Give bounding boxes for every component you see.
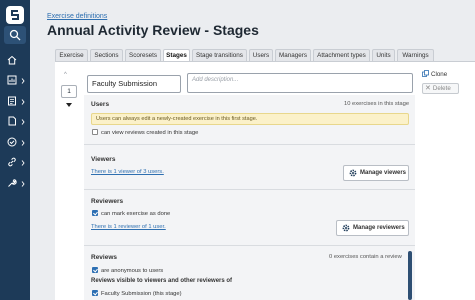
stage-order-input[interactable]: 1 [61, 85, 77, 98]
manage-viewers-button[interactable]: Manage viewers [343, 165, 409, 181]
sidebar-item-home[interactable] [0, 52, 30, 70]
document-icon [8, 116, 16, 126]
reviews-anonymous-checkbox[interactable] [92, 267, 98, 273]
stage-name-input[interactable]: Faculty Submission [87, 75, 181, 93]
manage-reviewers-button[interactable]: Manage reviewers [336, 220, 409, 236]
reviewers-link[interactable]: There is 1 reviewer of 1 user. [91, 224, 166, 230]
breadcrumb[interactable]: Exercise definitions [47, 13, 107, 20]
reviewers-heading: Reviewers [91, 198, 124, 205]
divider [84, 189, 415, 190]
users-notice: Users can always edit a newly-created ex… [91, 113, 409, 125]
reviews-heading: Reviews [91, 254, 118, 261]
sidebar-item-checks[interactable] [0, 134, 30, 152]
wrench-icon [8, 179, 17, 187]
scrollbar[interactable] [408, 251, 412, 300]
delete-button[interactable]: ✕ Delete [422, 83, 459, 94]
reviews-count: 0 exercises contain a review [329, 254, 402, 260]
sidebar-item-tools[interactable] [0, 175, 30, 193]
users-count: 10 exercises in this stage [344, 101, 410, 107]
move-up-icon[interactable]: ^ [64, 72, 67, 78]
chevron-right-icon [21, 119, 25, 125]
stage-description-input[interactable]: Add description... [187, 73, 413, 93]
manage-reviewers-label: Manage reviewers [353, 225, 405, 231]
users-heading: Users [91, 101, 110, 108]
chevron-right-icon [21, 140, 25, 146]
sidebar-item-reports[interactable] [0, 93, 30, 111]
reviewers-mark-done-checkbox[interactable] [92, 210, 98, 216]
chevron-right-icon [21, 99, 25, 105]
clone-label: Clone [431, 71, 448, 78]
gear-icon [342, 224, 350, 232]
logo-icon[interactable] [6, 6, 24, 24]
chevron-right-icon [21, 181, 25, 187]
delete-label: Delete [432, 85, 451, 92]
sidebar-item-charts[interactable] [0, 72, 30, 90]
viewers-link[interactable]: There is 1 viewer of 3 users. [91, 169, 164, 175]
reviews-stage-option-checkbox[interactable] [92, 290, 98, 296]
sidebar-item-documents[interactable] [0, 113, 30, 131]
reviewers-mark-done-row[interactable]: can mark exercise as done [92, 210, 170, 217]
gear-icon [349, 169, 357, 177]
copy-icon [422, 70, 429, 77]
page-title: Annual Activity Review - Stages [47, 22, 259, 38]
move-down-icon[interactable] [66, 103, 72, 107]
users-can-view-reviews-row[interactable]: can view reviews created in this stage [92, 129, 198, 136]
reviews-anonymous-label: are anonymous to users [101, 268, 164, 274]
reviews-visibility-heading: Reviews visible to viewers and other rev… [91, 278, 233, 284]
reviews-anonymous-row[interactable]: are anonymous to users [92, 267, 163, 274]
close-icon: ✕ [425, 85, 431, 92]
divider [84, 245, 415, 246]
users-can-view-reviews-checkbox[interactable] [92, 129, 98, 135]
chart-icon [7, 75, 17, 85]
reviews-stage-option-label: Faculty Submission (this stage) [101, 291, 182, 297]
sidebar-item-links[interactable] [0, 154, 30, 172]
reviewers-mark-done-label: can mark exercise as done [101, 211, 171, 217]
reviews-stage-option-row[interactable]: Faculty Submission (this stage) [92, 290, 182, 297]
manage-viewers-label: Manage viewers [360, 170, 407, 176]
report-icon [8, 96, 16, 106]
link-icon [8, 157, 16, 167]
clone-button[interactable]: Clone [422, 69, 458, 80]
home-icon [7, 55, 17, 65]
chevron-right-icon [21, 78, 25, 84]
check-circle-icon [7, 137, 17, 147]
sidebar [0, 0, 30, 300]
divider [84, 144, 415, 145]
sidebar-search-icon[interactable] [4, 26, 26, 44]
viewers-heading: Viewers [91, 156, 116, 163]
users-can-view-reviews-label: can view reviews created in this stage [101, 130, 199, 136]
chevron-right-icon [21, 160, 25, 166]
